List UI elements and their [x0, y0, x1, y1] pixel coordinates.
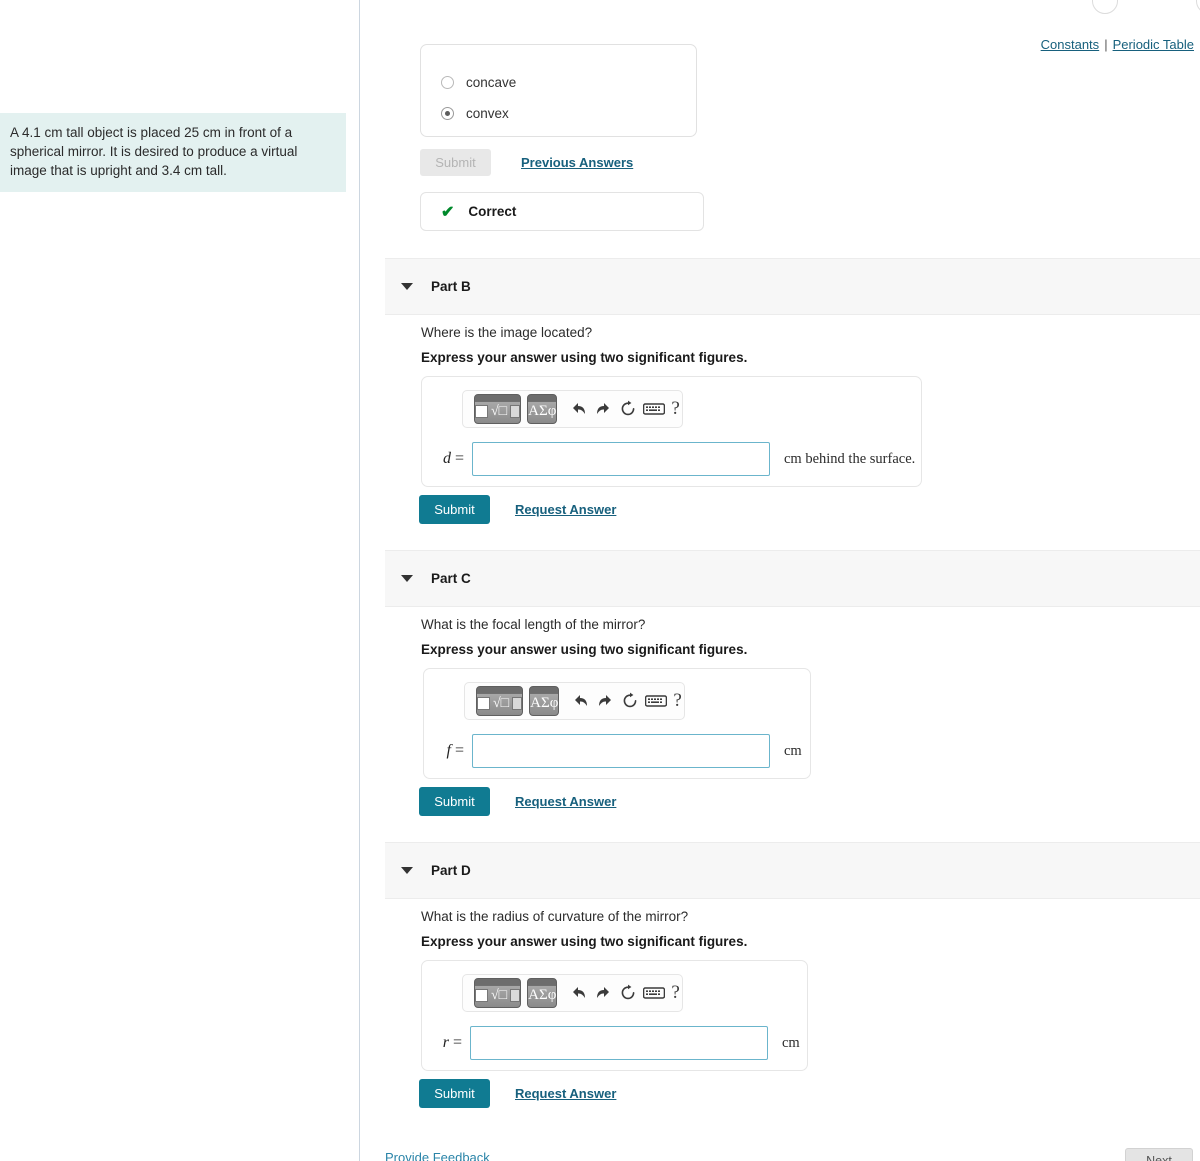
keyboard-icon-b[interactable]: [643, 394, 666, 424]
part-b-unit-label: cm behind the surface.: [784, 450, 916, 467]
part-b-mathbar: √□ ΑΣφ ?: [462, 390, 683, 428]
part-b-answer-input[interactable]: [472, 442, 770, 476]
part-c-question: What is the focal length of the mirror?: [421, 617, 646, 632]
part-d-mathbar: √□ ΑΣφ ?: [462, 974, 683, 1012]
part-b-header[interactable]: Part B: [385, 258, 1200, 315]
part-d-question: What is the radius of curvature of the m…: [421, 909, 689, 924]
part-d-submit-button[interactable]: Submit: [419, 1079, 490, 1108]
part-d-field-row: r = cm: [432, 1026, 800, 1060]
part-c-submit-button[interactable]: Submit: [419, 787, 490, 816]
part-a-options-box: concave convex: [420, 44, 697, 137]
periodic-table-link[interactable]: Periodic Table: [1113, 37, 1194, 52]
part-c-variable-label: f =: [446, 742, 464, 759]
undo-icon-b[interactable]: [569, 394, 588, 424]
undo-icon-d[interactable]: [569, 978, 588, 1008]
chevron-down-icon-c[interactable]: [401, 575, 413, 582]
part-d-title: Part D: [431, 863, 471, 878]
reset-icon-c[interactable]: [621, 686, 639, 716]
part-b-variable-label: d =: [442, 450, 464, 467]
resource-links: Constants | Periodic Table: [1041, 37, 1194, 52]
problem-pane: A 4.1 cm tall object is placed 25 cm in …: [0, 0, 360, 1161]
undo-icon-c[interactable]: [571, 686, 590, 716]
part-b-question: Where is the image located?: [421, 325, 593, 340]
reset-icon-b[interactable]: [619, 394, 637, 424]
page-root: A 4.1 cm tall object is placed 25 cm in …: [0, 0, 1200, 1161]
part-c-hint: Express your answer using two significan…: [421, 642, 748, 657]
constants-link[interactable]: Constants: [1041, 37, 1100, 52]
top-action-circles: [1092, 0, 1200, 14]
part-c-submit-row: Submit Request Answer: [419, 787, 616, 816]
radio-option-convex[interactable]: convex: [421, 98, 696, 129]
radio-label-concave: concave: [466, 75, 517, 90]
check-icon: ✔: [441, 203, 455, 221]
part-d-unit-label: cm: [782, 1034, 800, 1051]
provide-feedback-link[interactable]: Provide Feedback: [385, 1150, 490, 1161]
part-d-header[interactable]: Part D: [385, 842, 1200, 899]
part-a-status-box: ✔ Correct: [420, 192, 704, 231]
part-a-submit-row: Submit Previous Answers: [420, 149, 633, 176]
part-a-previous-answers-link[interactable]: Previous Answers: [521, 155, 633, 170]
help-icon-c[interactable]: ?: [673, 686, 681, 716]
assignment-content: Constants | Periodic Table concave convex …: [361, 0, 1200, 1161]
part-b-answer-card: √□ ΑΣφ ? d = cm behind the surface.: [421, 376, 922, 487]
part-b-request-answer-link[interactable]: Request Answer: [515, 502, 616, 517]
keyboard-icon-d[interactable]: [643, 978, 666, 1008]
part-c-unit-label: cm: [784, 742, 802, 759]
problem-statement: A 4.1 cm tall object is placed 25 cm in …: [0, 113, 346, 192]
template-icon-c[interactable]: √□: [476, 686, 524, 716]
part-b-hint: Express your answer using two significan…: [421, 350, 748, 365]
radio-icon-convex[interactable]: [441, 107, 454, 120]
radio-label-convex: convex: [466, 106, 509, 121]
next-button[interactable]: Next: [1125, 1148, 1193, 1161]
part-a-status-label: Correct: [468, 204, 517, 219]
chevron-down-icon-b[interactable]: [401, 283, 413, 290]
part-d-variable-label: r =: [442, 1034, 462, 1051]
part-b-field-row: d = cm behind the surface.: [434, 442, 915, 476]
part-b-submit-button[interactable]: Submit: [419, 495, 490, 524]
greek-symbols-button-b[interactable]: ΑΣφ: [527, 394, 558, 424]
keyboard-icon-c[interactable]: [645, 686, 668, 716]
part-c-answer-input[interactable]: [472, 734, 770, 768]
chevron-down-icon-d[interactable]: [401, 867, 413, 874]
part-c-answer-card: √□ ΑΣφ ? f = cm: [423, 668, 811, 779]
redo-icon-d[interactable]: [594, 978, 613, 1008]
circle-button-2[interactable]: [1196, 0, 1200, 14]
part-d-request-answer-link[interactable]: Request Answer: [515, 1086, 616, 1101]
part-a-submit-button[interactable]: Submit: [420, 149, 491, 176]
reset-icon-d[interactable]: [619, 978, 637, 1008]
part-d-hint: Express your answer using two significan…: [421, 934, 748, 949]
part-c-header[interactable]: Part C: [385, 550, 1200, 607]
part-c-request-answer-link[interactable]: Request Answer: [515, 794, 616, 809]
greek-symbols-button-c[interactable]: ΑΣφ: [529, 686, 560, 716]
help-icon-d[interactable]: ?: [671, 978, 679, 1008]
part-b-submit-row: Submit Request Answer: [419, 495, 616, 524]
circle-button-1[interactable]: [1092, 0, 1118, 14]
part-b-title: Part B: [431, 279, 471, 294]
links-separator: |: [1104, 37, 1108, 52]
part-d-answer-input[interactable]: [470, 1026, 768, 1060]
radio-option-concave[interactable]: concave: [421, 67, 696, 98]
greek-symbols-button-d[interactable]: ΑΣφ: [527, 978, 558, 1008]
part-c-mathbar: √□ ΑΣφ ?: [464, 682, 685, 720]
part-c-title: Part C: [431, 571, 471, 586]
redo-icon-b[interactable]: [594, 394, 613, 424]
template-icon-b[interactable]: √□: [474, 394, 522, 424]
help-icon-b[interactable]: ?: [671, 394, 679, 424]
redo-icon-c[interactable]: [596, 686, 615, 716]
template-icon-d[interactable]: √□: [474, 978, 522, 1008]
part-c-field-row: f = cm: [434, 734, 802, 768]
radio-icon-concave[interactable]: [441, 76, 454, 89]
part-d-answer-card: √□ ΑΣφ ? r = cm: [421, 960, 808, 1071]
part-d-submit-row: Submit Request Answer: [419, 1079, 616, 1108]
